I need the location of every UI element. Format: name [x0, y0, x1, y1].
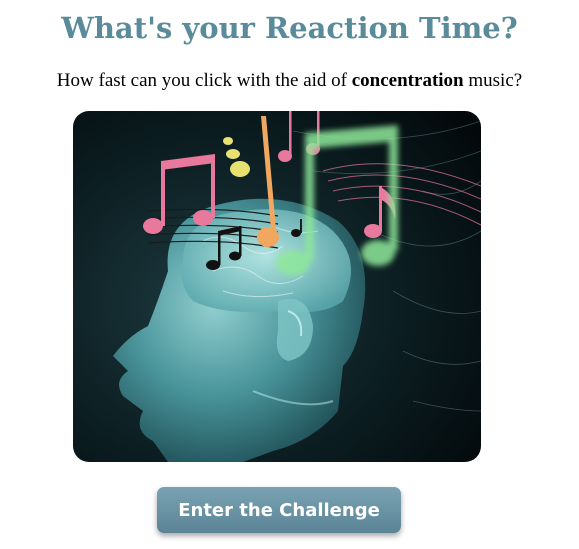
page: What's your Reaction Time? How fast can …	[0, 0, 579, 549]
hero-image	[73, 111, 481, 462]
intro-emphasis: concentration	[351, 70, 464, 91]
intro-text-before: How fast can you click with the aid of	[56, 70, 352, 91]
enter-challenge-button[interactable]: Enter the Challenge	[157, 487, 401, 533]
glass-head-music-illustration	[73, 111, 481, 462]
intro-text: How fast can you click with the aid of c…	[0, 68, 579, 94]
intro-text-after: music?	[463, 70, 523, 91]
page-title: What's your Reaction Time?	[61, 11, 518, 45]
